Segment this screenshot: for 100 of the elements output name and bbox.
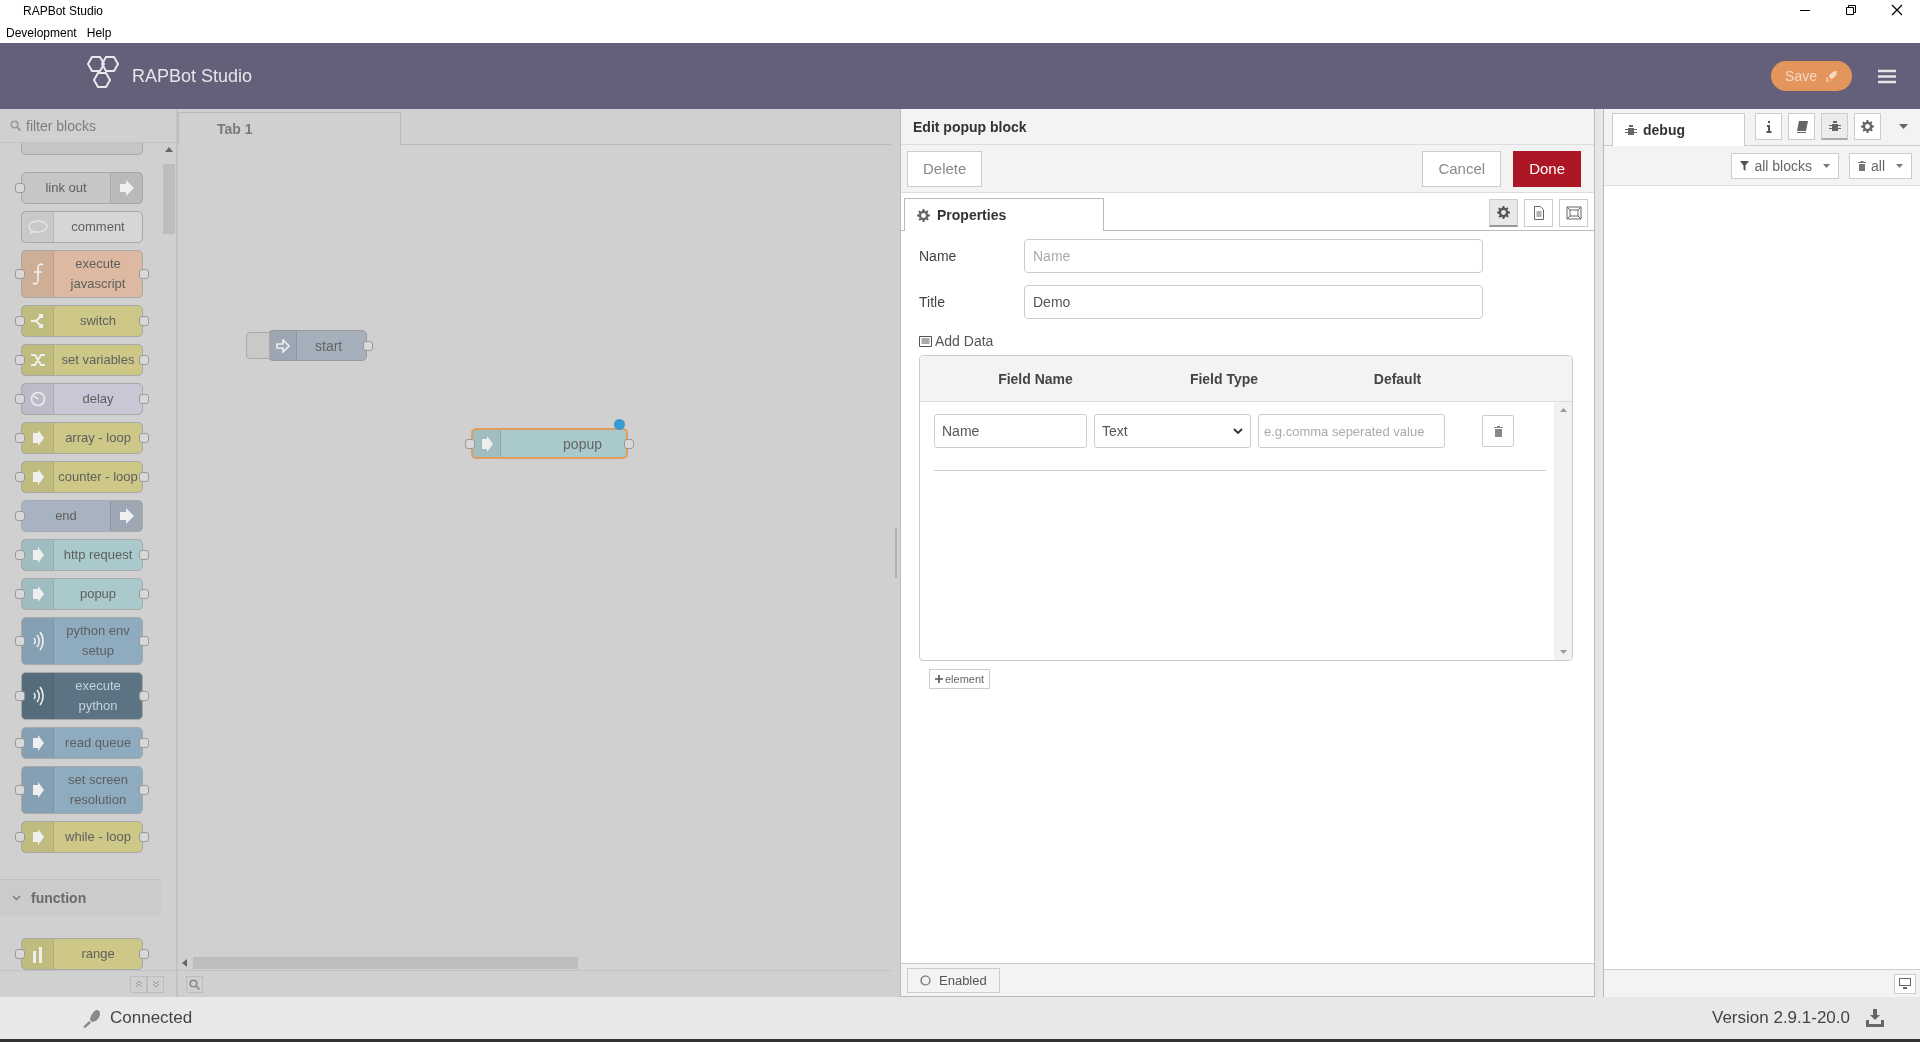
output-port[interactable] <box>363 340 374 351</box>
output-port[interactable] <box>139 316 149 326</box>
enabled-toggle[interactable]: Enabled <box>907 967 1000 993</box>
filter-field[interactable]: filter blocks <box>26 117 166 134</box>
done-button[interactable]: Done <box>1513 150 1581 187</box>
output-port[interactable] <box>139 433 149 443</box>
inject-button[interactable] <box>246 332 270 359</box>
input-port[interactable] <box>15 511 25 521</box>
palette-block[interactable]: popup <box>21 578 143 610</box>
input-port[interactable] <box>15 472 25 482</box>
cancel-button[interactable]: Cancel <box>1422 150 1502 187</box>
shuffle-icon <box>29 352 46 368</box>
search-button[interactable] <box>186 975 203 993</box>
menu-item[interactable]: Help <box>86 26 112 40</box>
scroll-left-icon[interactable] <box>182 958 187 967</box>
view-button[interactable] <box>1524 199 1553 227</box>
palette-block[interactable]: python env setup <box>21 617 143 665</box>
scroll-up-icon[interactable] <box>1559 408 1567 412</box>
workspace-tab[interactable]: Tab 1 <box>178 112 401 145</box>
output-port[interactable] <box>139 550 149 560</box>
palette-block[interactable]: set screen resolution <box>21 766 143 814</box>
output-port[interactable] <box>139 355 149 365</box>
debug-tab[interactable]: debug <box>1612 113 1745 146</box>
flow-canvas[interactable]: start popup <box>178 145 891 955</box>
input-port[interactable] <box>15 589 25 599</box>
palette-block[interactable] <box>21 143 143 155</box>
input-port[interactable] <box>15 355 25 365</box>
delete-row-button[interactable] <box>1482 415 1514 447</box>
output-port[interactable] <box>139 394 149 404</box>
output-port[interactable] <box>139 949 149 959</box>
output-port[interactable] <box>139 832 149 842</box>
text-field[interactable]: Name <box>1024 239 1483 273</box>
output-port[interactable] <box>139 636 149 646</box>
flow-node[interactable]: start <box>268 330 368 361</box>
input-port[interactable] <box>15 949 25 959</box>
input-port[interactable] <box>15 316 25 326</box>
sidebar-tool-button[interactable] <box>1755 113 1782 140</box>
flow-node[interactable]: popup <box>471 428 628 459</box>
output-port[interactable] <box>139 738 149 748</box>
expand-all-button[interactable] <box>147 975 164 993</box>
view-button[interactable] <box>1489 199 1518 227</box>
palette-block[interactable]: delay <box>21 383 143 415</box>
input-port[interactable] <box>15 691 25 701</box>
palette-block[interactable]: execute python <box>21 672 143 720</box>
field-name-input[interactable]: Name <box>934 414 1087 448</box>
palette-block[interactable]: counter - loop <box>21 461 143 493</box>
scrollbar[interactable] <box>1554 402 1572 660</box>
input-port[interactable] <box>465 438 475 449</box>
delete-button[interactable]: Delete <box>907 150 983 187</box>
palette-block[interactable]: switch <box>21 305 143 337</box>
output-port[interactable] <box>139 691 149 701</box>
add-element-button[interactable]: element <box>929 669 991 689</box>
clear-button[interactable]: all <box>1849 152 1912 179</box>
double-chevron-up-icon <box>134 980 143 988</box>
restore-icon[interactable] <box>1845 4 1857 16</box>
popout-button[interactable] <box>1894 973 1916 994</box>
output-port[interactable] <box>139 785 149 795</box>
sidebar-tool-button[interactable] <box>1854 113 1881 140</box>
palette-block[interactable]: set variables <box>21 344 143 376</box>
palette-block[interactable]: while - loop <box>21 821 143 853</box>
collapse-all-button[interactable] <box>130 975 147 993</box>
scroll-up-icon[interactable] <box>164 147 173 152</box>
output-port[interactable] <box>624 438 634 449</box>
input-port[interactable] <box>15 550 25 560</box>
download-icon[interactable] <box>1866 1009 1884 1027</box>
resize-handle[interactable] <box>894 528 897 578</box>
input-port[interactable] <box>15 394 25 404</box>
filter-button[interactable]: all blocks <box>1731 152 1839 179</box>
app-title: RAPBot Studio <box>132 65 253 87</box>
output-port[interactable] <box>139 269 149 279</box>
default-input[interactable]: e.g.comma seperated value <box>1258 414 1445 448</box>
palette-block[interactable]: range <box>21 938 143 970</box>
palette-block[interactable]: read queue <box>21 727 143 759</box>
output-port[interactable] <box>139 589 149 599</box>
sidebar-tool-button[interactable] <box>1788 113 1815 140</box>
input-port[interactable] <box>15 832 25 842</box>
palette-block[interactable]: execute javascript <box>21 250 143 298</box>
close-icon[interactable] <box>1891 4 1903 16</box>
category-header[interactable]: function <box>0 879 161 916</box>
palette-block[interactable]: array - loop <box>21 422 143 454</box>
scroll-down-icon[interactable] <box>1559 650 1567 654</box>
palette-block[interactable]: end <box>21 500 143 532</box>
input-port[interactable] <box>15 636 25 646</box>
palette-block[interactable]: comment <box>21 211 143 243</box>
menu-item[interactable]: Development <box>6 26 77 40</box>
menu-icon[interactable] <box>1878 68 1896 84</box>
output-port[interactable] <box>139 472 149 482</box>
splitter[interactable] <box>1595 109 1603 997</box>
input-port[interactable] <box>15 785 25 795</box>
input-port[interactable] <box>15 183 25 193</box>
text-field[interactable]: Demo <box>1024 285 1483 319</box>
input-port[interactable] <box>15 738 25 748</box>
palette-block[interactable]: http request <box>21 539 143 571</box>
input-port[interactable] <box>15 433 25 443</box>
field-type-dropdown[interactable]: Text <box>1094 414 1251 448</box>
sidebar-tool-button[interactable] <box>1821 113 1848 140</box>
input-port[interactable] <box>15 269 25 279</box>
palette-block[interactable]: link out <box>21 172 143 204</box>
properties-tab[interactable]: Properties <box>904 198 1104 231</box>
caret-icon[interactable] <box>1899 124 1908 129</box>
